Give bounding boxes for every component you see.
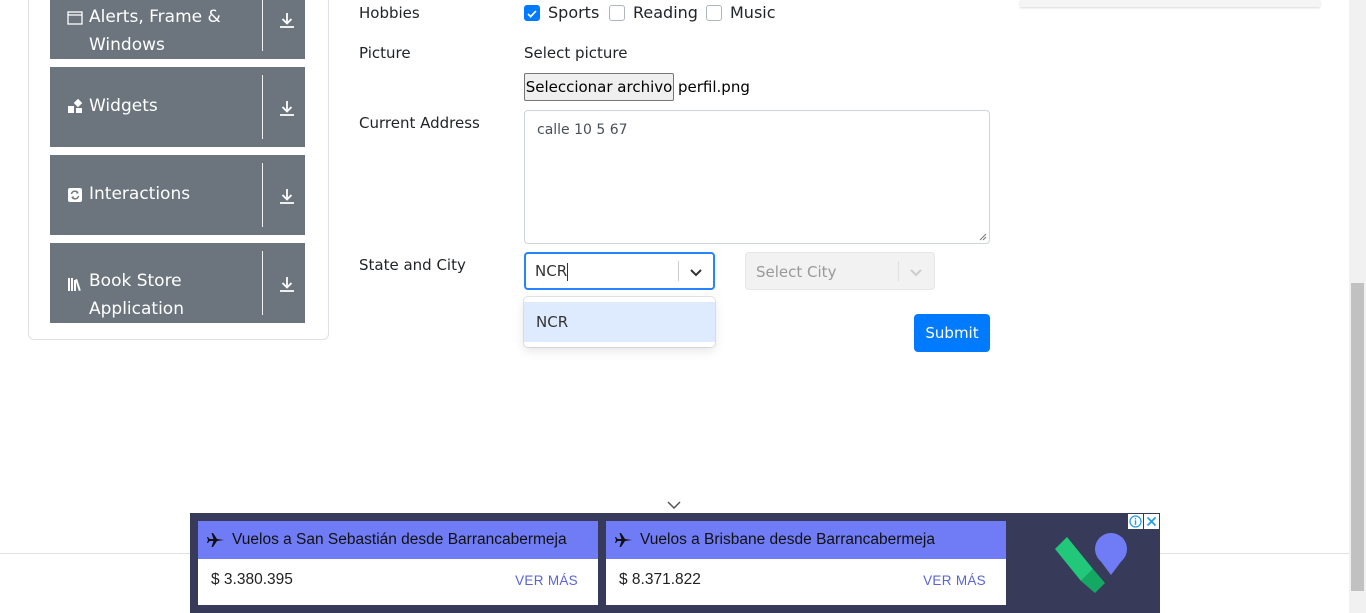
ad-card-title[interactable]: Vuelos a Brisbane desde Barrancabermeja xyxy=(640,531,935,549)
widgets-icon xyxy=(68,99,83,113)
sidebar-group-label: Widgets xyxy=(89,96,158,116)
chevron-down-icon[interactable] xyxy=(908,264,924,280)
sports-checkbox[interactable] xyxy=(524,5,540,21)
current-address-label: Current Address xyxy=(359,114,480,132)
ad-banner[interactable]: Vuelos a San Sebastián desde Barrancaber… xyxy=(190,513,1160,613)
city-placeholder: Select City xyxy=(756,263,837,281)
books-icon xyxy=(68,278,81,292)
music-label[interactable]: Music xyxy=(730,3,776,22)
current-address-value: calle 10 5 67 xyxy=(537,122,628,138)
sidebar-group-bookstore[interactable]: Book Store Application xyxy=(50,243,305,323)
ad-card-price: $ 8.371.822 xyxy=(619,571,701,588)
resize-handle-icon[interactable] xyxy=(979,233,987,241)
divider xyxy=(262,75,263,139)
divider xyxy=(898,261,899,281)
state-input[interactable]: NCR xyxy=(535,262,567,280)
reading-checkbox[interactable] xyxy=(609,5,625,21)
airplane-icon xyxy=(207,533,224,547)
ad-close-icon[interactable] xyxy=(1144,514,1159,529)
download-icon[interactable] xyxy=(278,11,296,29)
interactions-icon xyxy=(68,188,82,202)
sidebar-group-label: Alerts, Frame & Windows xyxy=(89,7,221,55)
ad-card-price: $ 3.380.395 xyxy=(211,571,293,588)
sidebar-group-label: Interactions xyxy=(89,184,191,204)
ad-card-header: Vuelos a San Sebastián desde Barrancaber… xyxy=(198,521,598,559)
ad-card-cta[interactable]: VER MÁS xyxy=(923,573,986,588)
state-city-label: State and City xyxy=(359,256,466,274)
hobbies-label: Hobbies xyxy=(359,4,420,22)
music-checkbox[interactable] xyxy=(706,5,722,21)
divider xyxy=(678,261,679,281)
ad-card-header: Vuelos a Brisbane desde Barrancabermeja xyxy=(606,521,1006,559)
state-dropdown-menu: NCR xyxy=(524,297,715,347)
window-icon xyxy=(67,11,83,25)
state-select[interactable]: NCR xyxy=(524,252,715,290)
reading-label[interactable]: Reading xyxy=(633,3,698,22)
current-address-textarea[interactable]: calle 10 5 67 xyxy=(524,110,990,244)
download-icon[interactable] xyxy=(278,275,296,293)
download-icon[interactable] xyxy=(278,99,296,117)
sidebar-group-interactions[interactable]: Interactions xyxy=(50,155,305,235)
ad-card-title[interactable]: Vuelos a San Sebastián desde Barrancaber… xyxy=(232,531,567,549)
sidebar-group-widgets[interactable]: Widgets xyxy=(50,67,305,147)
chevron-down-icon[interactable] xyxy=(666,499,682,511)
text-cursor xyxy=(567,263,568,281)
submit-button[interactable]: Submit xyxy=(914,314,990,352)
divider xyxy=(262,0,263,51)
picture-hint: Select picture xyxy=(524,44,628,62)
city-select[interactable]: Select City xyxy=(745,252,935,290)
divider xyxy=(262,251,263,315)
ad-info-icon[interactable] xyxy=(1128,514,1143,529)
sidebar-group-label: Book Store Application xyxy=(89,271,184,319)
download-icon[interactable] xyxy=(278,187,296,205)
divider xyxy=(262,163,263,227)
sports-label[interactable]: Sports xyxy=(548,3,599,22)
ad-card-cta[interactable]: VER MÁS xyxy=(515,573,578,588)
state-option-ncr[interactable]: NCR xyxy=(524,302,715,342)
sidebar-group-alerts[interactable]: Alerts, Frame & Windows xyxy=(50,0,305,59)
airplane-icon xyxy=(615,533,632,547)
advertiser-logo-icon[interactable] xyxy=(1045,527,1135,597)
chevron-down-icon[interactable] xyxy=(688,264,704,280)
right-panel-edge xyxy=(1020,0,1320,7)
choose-file-button[interactable]: Seleccionar archivo xyxy=(524,73,674,101)
file-name: perfil.png xyxy=(678,78,750,96)
ad-card[interactable]: Vuelos a Brisbane desde Barrancabermeja … xyxy=(606,521,1006,605)
check-icon xyxy=(527,10,537,18)
picture-label: Picture xyxy=(359,44,411,62)
ad-card[interactable]: Vuelos a San Sebastián desde Barrancaber… xyxy=(198,521,598,605)
hobbies-group: Sports Reading Music xyxy=(524,0,824,26)
scrollbar-thumb[interactable] xyxy=(1351,283,1364,591)
